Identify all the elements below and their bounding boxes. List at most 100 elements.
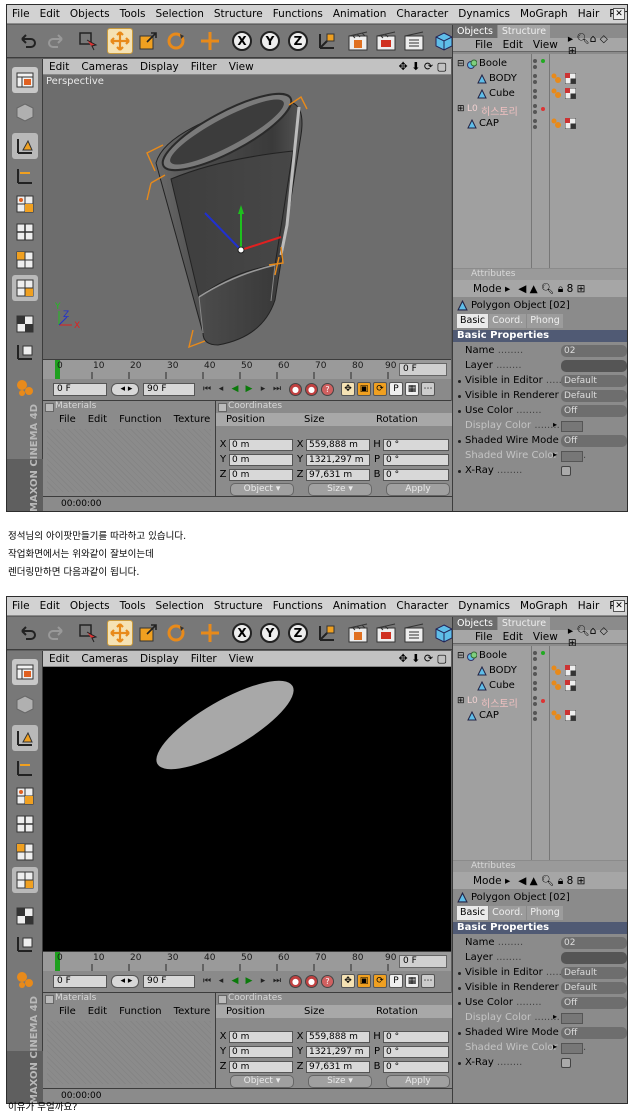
position-field[interactable]: 0 m — [229, 454, 293, 466]
menu-functions[interactable]: Functions — [268, 600, 328, 612]
size-field[interactable]: 559,888 m — [306, 439, 370, 451]
menu-file[interactable]: File — [7, 8, 35, 20]
record-icon[interactable]: ● — [289, 975, 302, 988]
position-field[interactable]: 0 m — [229, 469, 293, 481]
rotate-tool-icon[interactable] — [163, 28, 189, 54]
menu-tools[interactable]: Tools — [115, 8, 151, 20]
object-row-cap[interactable]: CAP — [453, 117, 627, 132]
mat-menu-file[interactable]: File — [59, 414, 76, 425]
size-mode-dropdown[interactable]: Size ▾ — [308, 483, 372, 496]
x-axis-lock-icon[interactable]: X — [229, 28, 255, 54]
key-parameter-icon[interactable]: P — [389, 974, 403, 988]
key-pla-icon[interactable]: ▦ — [405, 974, 419, 988]
coordinate-system-icon[interactable] — [313, 28, 339, 54]
tweak-mode-icon[interactable] — [12, 275, 38, 301]
phong-tag-icon[interactable] — [551, 73, 562, 84]
xray-checkbox[interactable] — [561, 466, 571, 476]
vp-menu-display[interactable]: Display — [134, 653, 185, 665]
object-row-body[interactable]: BODY — [453, 664, 627, 679]
scheme-icon[interactable]: ⋯ — [421, 974, 435, 988]
color-swatch[interactable] — [561, 1013, 583, 1024]
visibility-dots[interactable] — [533, 59, 549, 70]
animate-dot-icon[interactable] — [458, 1032, 461, 1035]
object-row-body[interactable]: BODY — [453, 72, 627, 87]
color-swatch[interactable] — [561, 421, 583, 432]
character-tool-icon[interactable] — [12, 967, 38, 993]
menu-structure[interactable]: Structure — [209, 8, 268, 20]
vp-menu-cameras[interactable]: Cameras — [75, 653, 134, 665]
menu-structure[interactable]: Structure — [209, 600, 268, 612]
next-key-icon[interactable]: ▸ — [257, 383, 269, 396]
attribute-value[interactable]: 02 — [561, 937, 627, 949]
phong-tag-icon[interactable] — [551, 665, 562, 676]
vp-menu-display[interactable]: Display — [134, 61, 185, 73]
checker-tool-icon[interactable] — [12, 311, 38, 337]
live-selection-icon[interactable] — [75, 28, 101, 54]
attr-nav-icons[interactable]: ◀ ▲ 🔍︎ 🔒︎ 8 ⊞ — [518, 282, 585, 296]
mat-menu-edit[interactable]: Edit — [88, 414, 107, 425]
color-swatch[interactable] — [561, 451, 583, 462]
attr-nav-icons[interactable]: ◀ ▲ 🔍︎ 🔒︎ 8 ⊞ — [518, 874, 585, 888]
x-axis-lock-icon[interactable]: X — [229, 620, 255, 646]
attribute-value[interactable]: 02 — [561, 345, 627, 357]
play-backward-icon[interactable]: ◀ — [229, 383, 241, 396]
object-row-cap[interactable]: CAP — [453, 709, 627, 724]
prev-key-icon[interactable]: ◂ — [215, 975, 227, 988]
scale-tool-icon[interactable] — [135, 28, 161, 54]
viewport-nav-icons[interactable]: ✥ ⬇ ⟳ ▢ — [398, 652, 447, 665]
rotation-field[interactable]: 0 ° — [383, 1046, 449, 1058]
tab-phong[interactable]: Phong — [527, 314, 563, 328]
object-row-cube[interactable]: Cube — [453, 679, 627, 694]
tab-basic[interactable]: Basic — [457, 906, 489, 920]
end-frame-field[interactable]: 90 F — [143, 975, 195, 988]
menu-hair[interactable]: Hair — [573, 600, 605, 612]
texture-tag-icon[interactable] — [565, 710, 576, 721]
start-frame-field[interactable]: 0 F — [53, 383, 107, 396]
visibility-dots[interactable] — [533, 119, 549, 130]
use-edge-tool-icon[interactable] — [12, 755, 38, 781]
autokey-icon[interactable]: ● — [305, 383, 318, 396]
go-to-start-icon[interactable]: ⏮ — [201, 383, 213, 396]
menu-functions[interactable]: Functions — [268, 8, 328, 20]
viewport-nav-icons[interactable]: ✥ ⬇ ⟳ ▢ — [398, 60, 447, 73]
position-field[interactable]: 0 m — [229, 439, 293, 451]
color-swatch[interactable] — [561, 1043, 583, 1054]
key-scale-icon[interactable]: ▣ — [357, 382, 371, 396]
vp-menu-edit[interactable]: Edit — [43, 61, 75, 73]
render-view-icon[interactable] — [345, 28, 371, 54]
size-field[interactable]: 1321,297 m — [306, 454, 370, 466]
attr-mode-menu[interactable]: Mode ▸ — [473, 875, 510, 887]
attribute-value[interactable]: Default — [561, 967, 627, 979]
visibility-dots[interactable] — [533, 696, 549, 707]
tab-objects[interactable]: Objects — [453, 25, 497, 38]
position-field[interactable]: 0 m — [229, 1061, 293, 1073]
expand-arrow-icon[interactable]: ▸ — [553, 1012, 557, 1021]
use-point-tool-icon[interactable] — [12, 133, 38, 159]
window-close-icon[interactable]: ✕ — [613, 8, 625, 20]
menu-dynamics[interactable]: Dynamics — [453, 8, 515, 20]
object-list[interactable]: ⊟ Boole BODY Cube ⊞ L0 히스토리 CAP — [453, 646, 627, 860]
play-forward-icon[interactable]: ▶ — [243, 383, 255, 396]
viewport[interactable]: Perspective Y X Z — [43, 75, 451, 359]
vp-menu-edit[interactable]: Edit — [43, 653, 75, 665]
texture-tag-icon[interactable] — [565, 73, 576, 84]
attribute-value[interactable]: Off — [561, 405, 627, 417]
mat-menu-edit[interactable]: Edit — [88, 1006, 107, 1017]
animate-dot-icon[interactable] — [458, 440, 461, 443]
position-field[interactable]: 0 m — [229, 1031, 293, 1043]
key-rotation-icon[interactable]: ⟳ — [373, 974, 387, 988]
use-point-tool-icon[interactable] — [12, 725, 38, 751]
size-field[interactable]: 97,631 m — [306, 469, 370, 481]
obj-menu-edit[interactable]: Edit — [503, 631, 523, 643]
key-position-icon[interactable]: ✥ — [341, 382, 355, 396]
tab-basic[interactable]: Basic — [457, 314, 489, 328]
menu-mograph[interactable]: MoGraph — [515, 8, 573, 20]
recent-tool-icon[interactable] — [197, 620, 223, 646]
record-icon[interactable]: ● — [289, 383, 302, 396]
collapse-icon[interactable]: ⊟ — [457, 59, 467, 69]
use-edge-tool-icon[interactable] — [12, 163, 38, 189]
expand-arrow-icon[interactable]: ▸ — [553, 1042, 557, 1051]
size-field[interactable]: 1321,297 m — [306, 1046, 370, 1058]
menu-objects[interactable]: Objects — [65, 8, 115, 20]
tab-coord[interactable]: Coord. — [489, 314, 527, 328]
